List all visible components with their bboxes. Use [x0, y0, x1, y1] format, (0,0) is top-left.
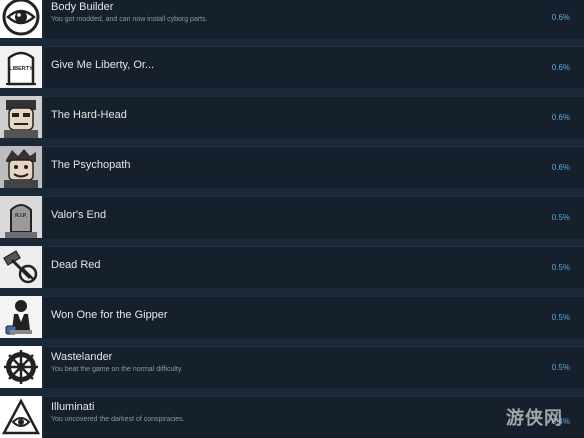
- achievement-title: Wastelander: [51, 351, 113, 363]
- achievement-title: Body Builder: [51, 1, 114, 13]
- achievement-row[interactable]: LIBERTY Give Me Liberty, Or... 0.6%: [0, 46, 584, 88]
- unlock-percent: 0.6%: [551, 113, 570, 122]
- unlock-percent: 0.6%: [551, 63, 570, 72]
- achievement-description: You got modded, and can now install cybo…: [51, 16, 208, 23]
- unlock-percent: 0.5%: [551, 213, 570, 222]
- achievement-title: Dead Red: [51, 259, 101, 271]
- achievement-title: Won One for the Gipper: [51, 309, 168, 321]
- achievement-row[interactable]: Illuminati You uncovered the darkest of …: [0, 396, 584, 438]
- achievement-row[interactable]: Won One for the Gipper 0.5%: [0, 296, 584, 338]
- liberty-tombstone-icon: LIBERTY: [0, 46, 42, 88]
- achievement-row[interactable]: The Hard-Head 0.6%: [0, 96, 584, 138]
- eye-icon: [0, 0, 42, 38]
- psychopath-portrait-icon: [0, 146, 42, 188]
- unlock-percent: 0.5%: [551, 363, 570, 372]
- hard-head-portrait-icon: [0, 96, 42, 138]
- rip-tombstone-icon: R.I.P.: [0, 196, 42, 238]
- unlock-percent: 0.6%: [551, 13, 570, 22]
- achievement-panel: Give Me Liberty, Or... 0.6%: [44, 46, 584, 88]
- site-watermark: 游侠网: [506, 408, 563, 429]
- achievement-panel: Valor's End 0.5%: [44, 196, 584, 238]
- achievement-row[interactable]: Body Builder You got modded, and can now…: [0, 0, 584, 38]
- achievement-panel: Illuminati You uncovered the darkest of …: [44, 396, 584, 438]
- rip-icon-label: R.I.P.: [15, 213, 27, 219]
- achievement-description: You uncovered the darkest of conspiracie…: [51, 416, 185, 423]
- achievement-title: The Hard-Head: [51, 109, 127, 121]
- liberty-icon-label: LIBERTY: [9, 66, 33, 72]
- gipper-figure-icon: [0, 296, 42, 338]
- achievement-title: Valor's End: [51, 209, 107, 221]
- achievement-panel: The Psychopath 0.6%: [44, 146, 584, 188]
- achievement-panel: Wastelander You beat the game on the nor…: [44, 346, 584, 388]
- achievement-panel: Won One for the Gipper 0.5%: [44, 296, 584, 338]
- unlock-percent: 0.6%: [551, 163, 570, 172]
- achievement-panel: The Hard-Head 0.6%: [44, 96, 584, 138]
- illuminati-pyramid-icon: [0, 396, 42, 438]
- achievement-row[interactable]: The Psychopath 0.6%: [0, 146, 584, 188]
- wasteland-wheel-icon: [0, 346, 42, 388]
- achievement-description: You beat the game on the normal difficul…: [51, 366, 183, 373]
- crossed-out-hammer-icon: [0, 246, 42, 288]
- unlock-percent: 0.5%: [551, 263, 570, 272]
- achievement-title: Illuminati: [51, 401, 95, 413]
- achievement-panel: Dead Red 0.5%: [44, 246, 584, 288]
- achievement-panel: Body Builder You got modded, and can now…: [44, 0, 584, 38]
- unlock-percent: 0.5%: [551, 313, 570, 322]
- achievement-title: Give Me Liberty, Or...: [51, 59, 155, 71]
- achievement-row[interactable]: Dead Red 0.5%: [0, 246, 584, 288]
- achievement-row[interactable]: R.I.P. Valor's End 0.5%: [0, 196, 584, 238]
- achievement-row[interactable]: Wastelander You beat the game on the nor…: [0, 346, 584, 388]
- achievement-title: The Psychopath: [51, 159, 131, 171]
